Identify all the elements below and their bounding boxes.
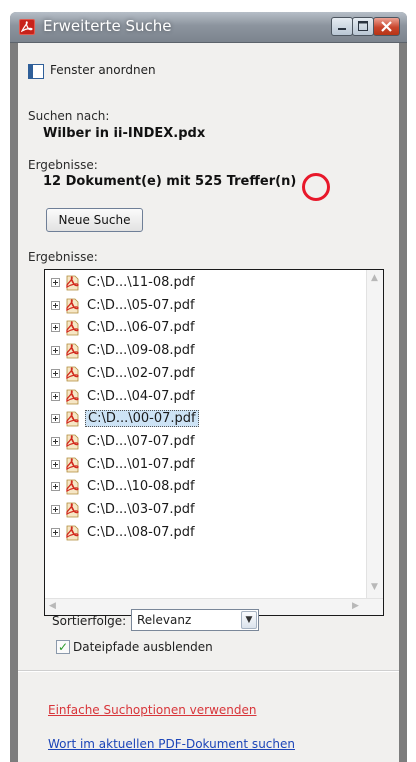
annotation-circle (302, 173, 330, 201)
close-button[interactable] (373, 17, 400, 36)
pdf-file-icon (64, 366, 80, 382)
scroll-down-icon[interactable]: ▼ (371, 583, 378, 592)
pdf-file-icon (64, 298, 80, 314)
simple-search-options-link[interactable]: Einfache Suchoptionen verwenden (48, 703, 257, 717)
search-for-value: Wilber in ii-INDEX.pdx (43, 126, 206, 141)
pdf-file-icon (64, 434, 80, 450)
expand-plus-icon[interactable] (51, 346, 60, 356)
pdf-file-icon (64, 343, 80, 359)
search-for-label: Suchen nach: (28, 109, 110, 123)
result-item-label: C:\D...\08-07.pdf (87, 524, 195, 540)
expand-plus-icon[interactable] (51, 436, 60, 446)
result-item[interactable]: C:\D...\07-07.pdf (45, 431, 383, 453)
pdf-file-icon (64, 389, 80, 405)
result-item[interactable]: C:\D...\08-07.pdf (45, 522, 383, 544)
pdf-file-icon (64, 525, 80, 541)
title-bar[interactable]: Erweiterte Suche (10, 12, 407, 43)
result-item-label: C:\D...\09-08.pdf (87, 343, 195, 359)
result-item[interactable]: C:\D...\11-08.pdf (45, 272, 383, 294)
result-item-label: C:\D...\07-07.pdf (87, 433, 195, 449)
acrobat-icon (19, 19, 35, 35)
results-tree[interactable]: C:\D...\11-08.pdf C:\D...\05-07.pdf C:\D..… (44, 269, 384, 616)
result-item[interactable]: C:\D...\05-07.pdf (45, 295, 383, 317)
sort-order-value: Relevanz (137, 613, 192, 627)
window-title: Erweiterte Suche (43, 17, 172, 35)
scroll-up-icon[interactable]: ▲ (371, 274, 378, 283)
result-item[interactable]: C:\D...\01-07.pdf (45, 454, 383, 476)
pdf-file-icon (64, 479, 80, 495)
search-window: Erweiterte Suche Fenster anordnen Suchen… (10, 12, 407, 762)
window-arrange-icon[interactable] (28, 64, 44, 79)
result-item[interactable]: C:\D...\04-07.pdf (45, 386, 383, 408)
expand-plus-icon[interactable] (51, 414, 60, 424)
maximize-button[interactable] (352, 17, 374, 36)
scroll-left-icon[interactable]: ◀ (49, 602, 56, 611)
result-item[interactable]: C:\D...\02-07.pdf (45, 363, 383, 385)
result-item-label: C:\D...\06-07.pdf (87, 320, 195, 336)
result-item-label: C:\D...\10-08.pdf (87, 479, 195, 495)
sort-order-select[interactable]: Relevanz ▼ (131, 609, 259, 631)
result-item-label: C:\D...\05-07.pdf (87, 297, 195, 313)
arrange-window-link[interactable]: Fenster anordnen (50, 63, 156, 77)
result-item-label: C:\D...\03-07.pdf (87, 502, 195, 517)
expand-plus-icon[interactable] (51, 368, 60, 378)
hide-paths-label[interactable]: Dateipfade ausblenden (73, 640, 213, 654)
hide-paths-checkbox[interactable]: ✓ (56, 640, 70, 654)
pdf-file-icon (64, 320, 80, 336)
result-item[interactable]: C:\D...\03-07.pdf (45, 499, 383, 521)
results-count-value: 12 Dokument(e) mit 525 Treffer(n) (43, 174, 297, 189)
scroll-right-icon[interactable]: ▶ (352, 602, 359, 611)
result-item-label: C:\D...\00-07.pdf (85, 410, 199, 428)
vertical-scrollbar[interactable]: ▲ ▼ (366, 270, 383, 599)
panel-body: Fenster anordnen Suchen nach: Wilber in … (18, 43, 399, 762)
pdf-file-icon (64, 457, 80, 473)
result-item-label: C:\D...\04-07.pdf (87, 388, 195, 404)
new-search-button[interactable]: Neue Suche (46, 208, 143, 232)
expand-plus-icon[interactable] (51, 482, 60, 492)
search-current-pdf-link[interactable]: Wort im aktuellen PDF-Dokument suchen (48, 737, 295, 751)
expand-plus-icon[interactable] (51, 391, 60, 401)
divider (18, 670, 399, 672)
expand-plus-icon[interactable] (51, 278, 60, 287)
result-item[interactable]: C:\D...\10-08.pdf (45, 476, 383, 498)
expand-plus-icon[interactable] (51, 323, 60, 333)
expand-plus-icon[interactable] (51, 459, 60, 469)
result-item-label: C:\D...\11-08.pdf (87, 275, 195, 290)
result-item[interactable]: C:\D...\00-07.pdf (45, 408, 383, 430)
chevron-down-icon[interactable]: ▼ (241, 611, 257, 629)
pdf-file-icon (64, 275, 80, 291)
result-item-label: C:\D...\01-07.pdf (87, 456, 195, 472)
result-item[interactable]: C:\D...\09-08.pdf (45, 340, 383, 362)
expand-plus-icon[interactable] (51, 527, 60, 537)
minimize-button[interactable] (331, 17, 353, 36)
result-item-label: C:\D...\02-07.pdf (87, 365, 195, 381)
pdf-file-icon (64, 411, 80, 427)
expand-plus-icon[interactable] (51, 505, 60, 514)
result-item[interactable]: C:\D...\06-07.pdf (45, 317, 383, 339)
expand-plus-icon[interactable] (51, 300, 60, 310)
results-count-label: Ergebnisse: (28, 158, 98, 172)
results-list-label: Ergebnisse: (28, 250, 98, 264)
sort-order-label: Sortierfolge: (52, 614, 127, 628)
pdf-file-icon (64, 502, 80, 518)
